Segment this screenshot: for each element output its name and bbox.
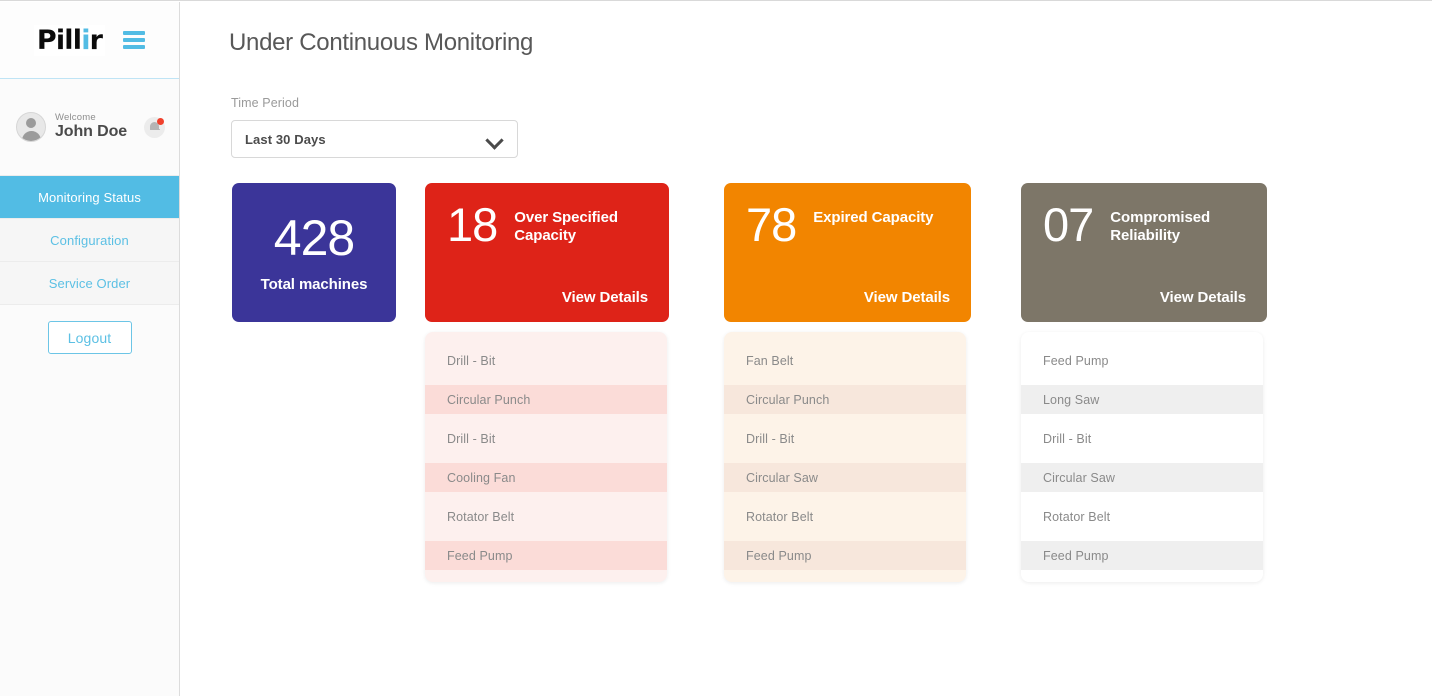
kpi-label: Total machines xyxy=(260,275,368,293)
logout-container: Logout xyxy=(0,305,179,354)
view-details-link[interactable]: View Details xyxy=(864,289,950,306)
list-item[interactable]: Fan Belt xyxy=(724,346,966,375)
kpi-label: Expired Capacity xyxy=(813,209,934,226)
hamburger-menu-icon[interactable] xyxy=(123,31,146,49)
welcome-label: Welcome xyxy=(55,112,96,124)
list-item[interactable]: Circular Saw xyxy=(1021,463,1263,492)
time-period-select[interactable]: Last 30 Days xyxy=(231,120,518,158)
kpi-card-compromised-reliability: 07 Compromised Reliability View Details xyxy=(1021,183,1267,322)
sidebar: Pillir Welcome John Doe Monitoring Statu… xyxy=(0,2,180,696)
sidebar-item-label: Service Order xyxy=(48,275,131,291)
page-title: Under Continuous Monitoring xyxy=(229,29,534,56)
kpi-label: Compromised Reliability xyxy=(1110,209,1211,245)
list-item[interactable]: Circular Punch xyxy=(724,385,966,414)
chevron-down-icon xyxy=(486,134,502,144)
main-content: Under Continuous Monitoring Time Period … xyxy=(181,2,1432,696)
sidebar-item-label: Configuration xyxy=(50,232,129,248)
list-item[interactable]: Rotator Belt xyxy=(1021,502,1263,531)
kpi-value: 07 xyxy=(1043,198,1094,251)
list-item[interactable]: Rotator Belt xyxy=(724,502,966,531)
list-item[interactable]: Drill - Bit xyxy=(425,424,667,453)
notification-badge-dot xyxy=(157,117,164,125)
list-panel-over-specified-capacity-list: Drill - Bit Circular Punch Drill - Bit Cool… xyxy=(425,332,667,582)
kpi-header: 78 Expired Capacity xyxy=(746,198,950,251)
kpi-card-total-machines: 428 Total machines xyxy=(232,183,396,322)
hamburger-bar xyxy=(123,31,146,35)
list-item[interactable]: Long Saw xyxy=(1021,385,1263,414)
list-item[interactable]: Feed Pump xyxy=(724,541,966,570)
kpi-card-row: 428 Total machines 18 Over Specified Capaci… xyxy=(232,183,1347,322)
sidebar-item-configuration[interactable]: Configuration xyxy=(0,219,179,262)
kpi-card-over-specified-capacity: 18 Over Specified Capacity View Details xyxy=(425,183,669,322)
logo-suffix: r xyxy=(89,24,103,56)
kpi-header: 18 Over Specified Capacity xyxy=(447,198,648,251)
kpi-card-expired-capacity: 78 Expired Capacity View Details xyxy=(724,183,971,322)
list-item[interactable]: Circular Punch xyxy=(425,385,667,414)
kpi-value: 78 xyxy=(746,198,797,251)
list-item[interactable]: Circular Saw xyxy=(724,463,966,492)
list-item[interactable]: Drill - Bit xyxy=(425,346,667,375)
sidebar-item-label: Monitoring Status xyxy=(38,189,141,205)
user-name: John Doe xyxy=(55,123,128,141)
user-text-block: Welcome John Doe xyxy=(55,113,144,141)
bell-icon[interactable] xyxy=(144,116,165,138)
hamburger-bar xyxy=(123,45,146,49)
list-item[interactable]: Drill - Bit xyxy=(724,424,966,453)
machine-list-panel-row: Drill - Bit Circular Punch Drill - Bit Cool… xyxy=(232,332,1347,582)
time-period-label: Time Period xyxy=(231,96,300,110)
view-details-link[interactable]: View Details xyxy=(1160,289,1246,306)
view-details-link[interactable]: View Details xyxy=(562,289,648,306)
list-item[interactable]: Drill - Bit xyxy=(1021,424,1263,453)
logout-button[interactable]: Logout xyxy=(47,321,132,354)
list-item[interactable]: Feed Pump xyxy=(1021,541,1263,570)
list-item[interactable]: Feed Pump xyxy=(1021,346,1263,375)
kpi-value: 18 xyxy=(447,198,498,251)
kpi-header: 07 Compromised Reliability xyxy=(1043,198,1246,251)
kpi-label: Over Specified Capacity xyxy=(514,209,618,245)
logo-prefix: Pill xyxy=(36,24,82,56)
list-item[interactable]: Feed Pump xyxy=(425,541,667,570)
logo-accent-letter: i xyxy=(81,24,90,56)
list-item[interactable]: Rotator Belt xyxy=(425,502,667,531)
hamburger-bar xyxy=(123,38,146,42)
sidebar-brand-row: Pillir xyxy=(0,2,179,79)
user-avatar-icon xyxy=(16,112,46,142)
kpi-value: 428 xyxy=(273,209,355,266)
list-panel-compromised-reliability-list: Feed Pump Long Saw Drill - Bit Circular Saw… xyxy=(1021,332,1263,582)
sidebar-item-monitoring-status[interactable]: Monitoring Status xyxy=(0,176,179,219)
time-period-selected-value: Last 30 Days xyxy=(245,131,326,147)
sidebar-item-service-order[interactable]: Service Order xyxy=(0,262,179,305)
app-root: Pillir Welcome John Doe Monitoring Statu… xyxy=(0,0,1432,696)
user-profile-row: Welcome John Doe xyxy=(0,79,179,176)
pillir-logo[interactable]: Pillir xyxy=(33,24,106,56)
list-panel-expired-capacity-list: Fan Belt Circular Punch Drill - Bit Circula… xyxy=(724,332,966,582)
sidebar-nav: Monitoring Status Configuration Service … xyxy=(0,176,179,305)
list-item[interactable]: Cooling Fan xyxy=(425,463,667,492)
